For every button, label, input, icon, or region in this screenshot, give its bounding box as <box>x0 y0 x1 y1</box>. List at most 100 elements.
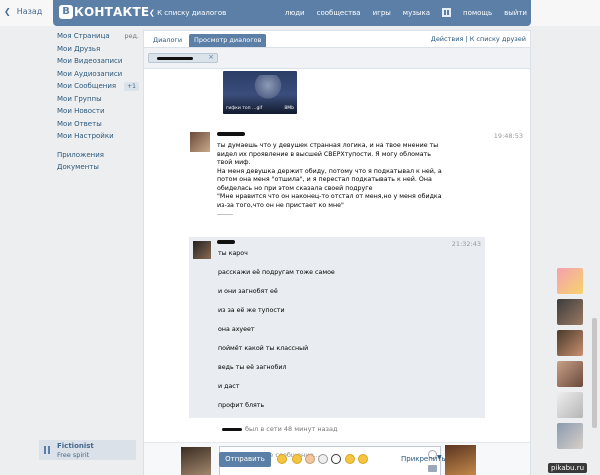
audio-player-mini[interactable]: Fictionist Free spirit <box>39 440 136 460</box>
sidebar-item-settings[interactable]: Мои Настройки <box>57 130 139 143</box>
back-arrow-icon: ❮ <box>4 7 11 16</box>
avatar[interactable] <box>193 241 211 259</box>
message-line: потом она меня "отшила", и я перестал по… <box>217 176 432 183</box>
message-line: и они загнобят её <box>218 288 278 295</box>
message-line: На меня девушка держит обиду, потому что… <box>217 167 442 175</box>
message-line: она ахуеет <box>218 326 255 333</box>
nav-games[interactable]: игры <box>373 9 391 17</box>
to-friends-link[interactable]: К списку друзей <box>470 35 526 43</box>
sidebar-item-messages[interactable]: Мои Сообщения +1 <box>57 80 139 93</box>
friend-avatar[interactable] <box>557 392 583 418</box>
redacted-name <box>217 132 245 136</box>
message-line: из-за того,что он не пристает ко мне" <box>217 201 344 209</box>
online-status: был в сети 48 минут назад <box>222 425 338 433</box>
sidebar-item-videos[interactable]: Мои Видеозаписи <box>57 55 139 68</box>
back-link[interactable]: ❮ Назад <box>4 7 42 16</box>
player-artist: Fictionist <box>57 442 94 450</box>
tab-actions-area: Действия | К списку друзей <box>431 35 526 43</box>
message-line: расскажи её подругам тоже самое <box>218 269 335 276</box>
actions-link[interactable]: Действия <box>431 35 464 43</box>
sidebar-item-groups[interactable]: Мои Группы <box>57 93 139 106</box>
message-time: 19:48:53 <box>493 132 523 140</box>
vk-logo[interactable]: В КОНТАКТЕ <box>59 5 149 19</box>
friend-avatar[interactable] <box>557 361 583 387</box>
message-line: твой миф. <box>217 159 251 166</box>
avatar[interactable] <box>445 445 476 475</box>
friend-avatar[interactable] <box>557 299 583 325</box>
sidebar-item-documents[interactable]: Документы <box>57 161 139 174</box>
pause-icon[interactable] <box>442 8 451 17</box>
back-arrow-icon: ❮ <box>149 9 158 17</box>
gif-size: 8Mb <box>284 106 294 111</box>
gif-preview-image <box>253 75 283 101</box>
message-text: ты думаешь что у девушек странная логика… <box>217 142 465 219</box>
redacted-name <box>217 240 235 244</box>
tab-view-dialog[interactable]: Просмотр диалогов <box>189 34 267 47</box>
avatar[interactable] <box>181 447 211 475</box>
message-line: ты кароч <box>218 250 248 257</box>
recipient-bar: × <box>144 48 530 69</box>
top-nav: люди сообщества игры музыка помощь выйти <box>285 8 527 17</box>
message-line: из за её же тупости <box>218 307 285 314</box>
message-line: ........ <box>217 210 234 217</box>
sidebar-item-news[interactable]: Мои Новости <box>57 105 139 118</box>
friend-avatar[interactable] <box>557 330 583 356</box>
emoji-icon[interactable] <box>331 454 341 464</box>
emoji-icon[interactable] <box>358 454 368 464</box>
send-button[interactable]: Отправить <box>219 452 271 467</box>
scrollbar[interactable] <box>592 318 597 428</box>
watermark: pikabu.ru <box>548 463 588 473</box>
player-track: Free spirit <box>57 451 90 459</box>
nav-help[interactable]: помощь <box>463 9 492 17</box>
emoji-icon[interactable] <box>292 454 302 464</box>
back-label: Назад <box>16 7 43 16</box>
recipient-token[interactable]: × <box>148 53 218 63</box>
message-line: ведь ты её загнобил <box>218 364 287 371</box>
header: В КОНТАКТЕ ❮ К списку диалогов люди сооб… <box>53 0 531 26</box>
message-line: поймёт какой ты классный <box>218 345 309 352</box>
friend-avatar[interactable] <box>557 423 583 449</box>
tab-dialogs[interactable]: Диалоги <box>148 34 187 47</box>
chevron-down-icon[interactable]: ▼ <box>437 454 442 461</box>
nav-communities[interactable]: сообщества <box>317 9 361 17</box>
emoji-icon[interactable] <box>305 454 315 464</box>
friend-avatar[interactable] <box>557 268 583 294</box>
left-sidebar: Моя Страница ред. Мои Друзья Мои Видеозап… <box>57 30 139 174</box>
message-line: профит блять <box>218 402 265 409</box>
nav-music[interactable]: музыка <box>403 9 430 17</box>
message-time: 21:32:43 <box>451 240 481 248</box>
avatar[interactable] <box>190 132 210 152</box>
nav-people[interactable]: люди <box>285 9 305 17</box>
to-dialogs-label: К списку диалогов <box>157 9 227 17</box>
to-dialogs-link[interactable]: ❮ К списку диалогов <box>149 9 226 17</box>
sidebar-item-my-page[interactable]: Моя Страница ред. <box>57 30 139 43</box>
vk-logo-text: КОНТАКТЕ <box>74 5 150 19</box>
sidebar-item-audio[interactable]: Мои Аудиозаписи <box>57 68 139 81</box>
gif-attachment[interactable]: гифки топ …gif 8Mb <box>223 71 297 114</box>
emoji-icon[interactable] <box>277 454 287 464</box>
online-status-text: был в сети 48 минут назад <box>245 425 338 433</box>
nav-logout[interactable]: выйти <box>504 9 527 17</box>
message-item-highlighted: 21:32:43 ты кароч расскажи её подругам т… <box>189 237 485 418</box>
emoji-icon[interactable] <box>318 454 328 464</box>
unread-count-badge: +1 <box>124 82 139 91</box>
sidebar-item-answers[interactable]: Мои Ответы <box>57 118 139 131</box>
close-icon[interactable]: × <box>208 53 214 61</box>
edit-link[interactable]: ред. <box>124 30 139 43</box>
message-line: видел их проявление в высшей СВЕРХтупост… <box>217 150 431 158</box>
pause-icon[interactable] <box>44 446 51 454</box>
dialog-tabs: Диалоги Просмотр диалогов Действия | К с… <box>144 31 530 48</box>
sidebar-item-label: Моя Страница <box>57 32 110 40</box>
vk-logo-mark: В <box>59 5 73 19</box>
sidebar-item-friends[interactable]: Мои Друзья <box>57 43 139 56</box>
gif-title: гифки топ …gif <box>226 106 263 111</box>
redacted-name <box>157 57 193 60</box>
gif-caption: гифки топ …gif 8Mb <box>223 106 297 111</box>
message-line: обиделась но при этом сказала своей подр… <box>217 184 373 192</box>
sidebar-item-apps[interactable]: Приложения <box>57 149 139 162</box>
camera-icon[interactable] <box>428 465 437 472</box>
dialog-panel: Диалоги Просмотр диалогов Действия | К с… <box>143 30 531 475</box>
emoji-icon[interactable] <box>345 454 355 464</box>
vk-dialog-screen: ❮ Назад В КОНТАКТЕ ❮ К списку диалогов лю… <box>0 0 600 475</box>
message-line: и даст <box>218 383 240 390</box>
